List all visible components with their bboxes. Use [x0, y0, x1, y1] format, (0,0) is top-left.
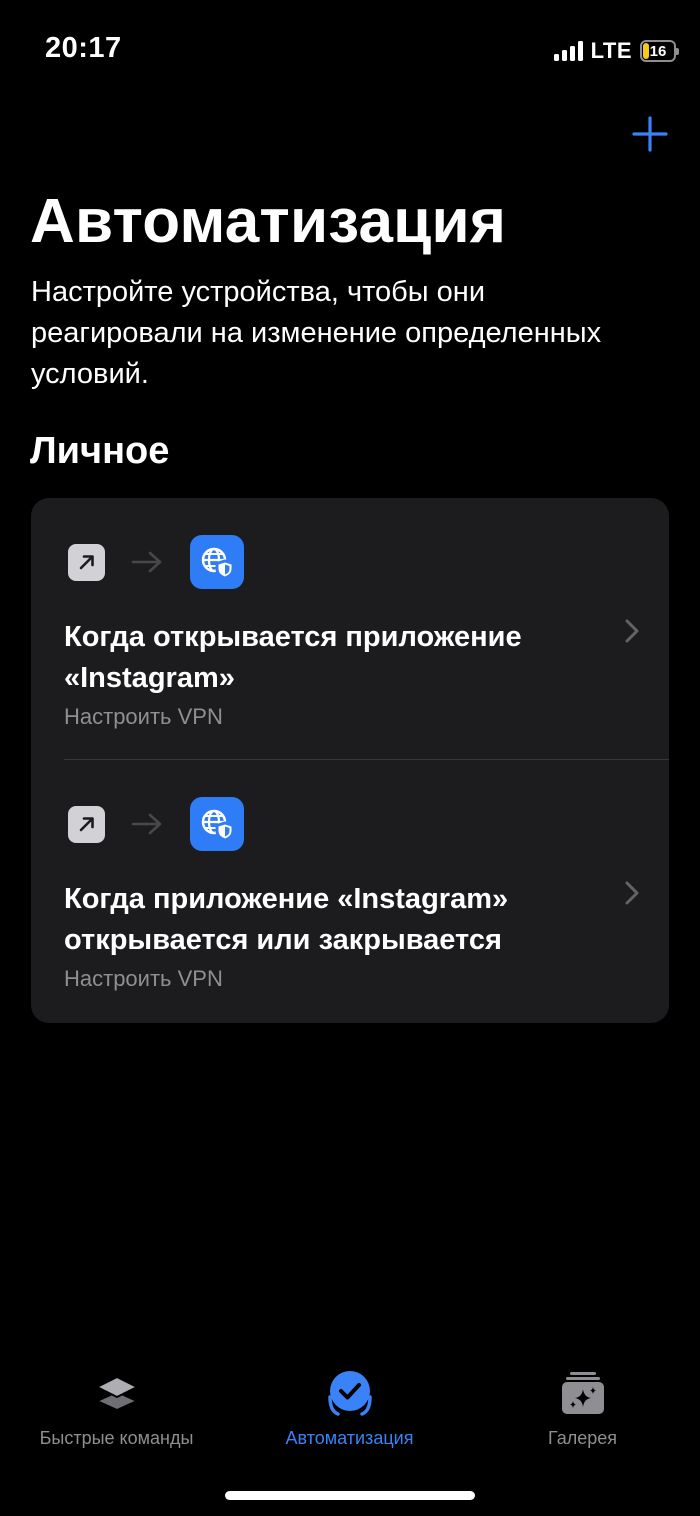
- app-open-arrow-icon: [68, 543, 105, 581]
- chevron-right-icon: [625, 619, 639, 643]
- vpn-globe-shield-icon: [190, 797, 244, 851]
- cellular-signal-icon: [553, 41, 583, 61]
- app-open-arrow-icon: [68, 805, 105, 843]
- automation-icons: [68, 797, 244, 851]
- network-type: LTE: [590, 38, 632, 63]
- automation-row[interactable]: Когда приложение «Instagram» открывается…: [31, 760, 669, 1022]
- add-automation-button[interactable]: [632, 116, 668, 152]
- automation-subtitle: Настроить VPN: [64, 966, 223, 991]
- status-time: 20:17: [45, 32, 122, 64]
- vpn-globe-shield-icon: [190, 535, 244, 589]
- tab-label: Автоматизация: [285, 1428, 414, 1448]
- section-title: Личное: [30, 430, 170, 472]
- checkmark-clock-icon: [322, 1365, 378, 1421]
- tab-bar: Быстрые команды Автоматизация Галерея: [0, 1365, 700, 1465]
- automation-subtitle: Настроить VPN: [64, 704, 223, 729]
- automation-title: Когда приложение «Instagram» открывается…: [64, 883, 509, 956]
- status-indicators: LTE 16: [553, 38, 679, 64]
- page-title: Автоматизация: [30, 187, 507, 256]
- automation-row[interactable]: Когда открывается приложение «Instagram»…: [31, 498, 669, 760]
- tab-label: Галерея: [547, 1428, 618, 1448]
- sparkle-stack-icon: [555, 1365, 611, 1421]
- right-arrow-icon: [131, 550, 163, 574]
- battery-icon: 16: [640, 40, 679, 62]
- automation-icons: [68, 535, 244, 589]
- right-arrow-icon: [131, 812, 163, 836]
- tab-shortcuts[interactable]: Быстрые команды: [0, 1365, 233, 1455]
- plus-icon: [632, 116, 668, 152]
- chevron-right-icon: [625, 881, 639, 905]
- tab-automation[interactable]: Автоматизация: [233, 1365, 466, 1455]
- battery-level: 16: [649, 42, 667, 60]
- tab-gallery[interactable]: Галерея: [466, 1365, 699, 1455]
- home-indicator[interactable]: [225, 1491, 475, 1500]
- layers-icon: [89, 1365, 145, 1421]
- automation-title: Когда открывается приложение «Instagram»: [64, 621, 522, 694]
- page-subtitle: Настройте устройства, чтобы они реагиров…: [31, 276, 602, 390]
- automations-card: Когда открывается приложение «Instagram»…: [31, 498, 669, 1023]
- tab-label: Быстрые команды: [39, 1428, 194, 1448]
